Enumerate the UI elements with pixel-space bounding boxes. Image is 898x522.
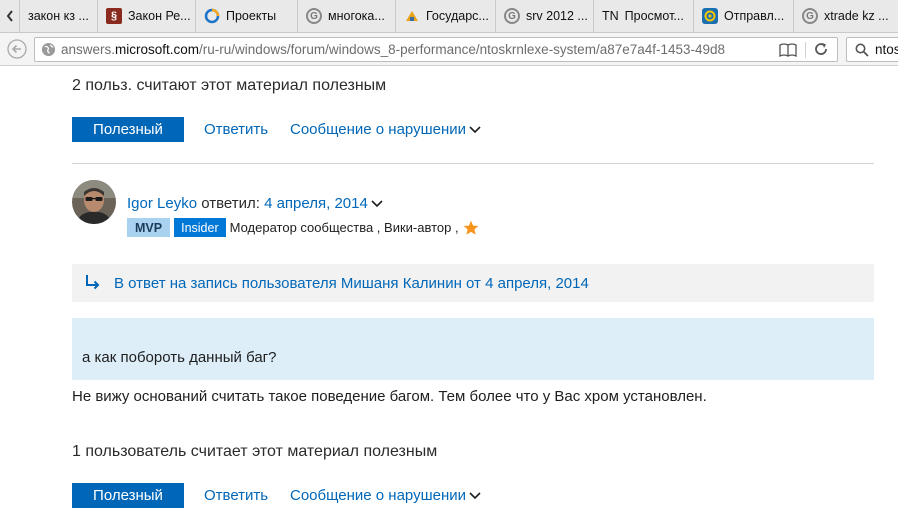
author-badges: MVP Insider Модератор сообщества , Вики-…: [127, 218, 479, 237]
page-content: 2 польз. считают этот материал полезным …: [0, 66, 898, 522]
browser-tab[interactable]: § Закон Ре...: [98, 0, 196, 32]
tab-label: Государс...: [426, 9, 489, 23]
answered-label: ответил:: [197, 195, 265, 212]
helpful-button[interactable]: Полезный: [72, 117, 184, 142]
mail-icon: [702, 8, 718, 24]
reload-icon[interactable]: [813, 41, 829, 62]
reader-view-icon[interactable]: [779, 42, 797, 63]
url-prefix: answers.: [61, 42, 116, 57]
browser-tab[interactable]: G многока...: [298, 0, 396, 32]
in-reply-to-link[interactable]: В ответ на запись пользователя Мишаня Ка…: [114, 275, 589, 292]
gov-icon: [404, 8, 420, 24]
tn-icon: TN: [602, 9, 619, 23]
projects-icon: [204, 8, 220, 24]
tab-label: закон кз ...: [28, 9, 89, 23]
chevron-down-icon: [469, 491, 481, 499]
url-path: /ru-ru/windows/forum/windows_8-performan…: [199, 42, 726, 57]
navigation-bar: answers.microsoft.com/ru-ru/windows/foru…: [0, 33, 898, 66]
insider-badge: Insider: [174, 218, 226, 237]
tab-label: xtrade kz ...: [824, 9, 889, 23]
helpful-count-text: 2 польз. считают этот материал полезным: [72, 77, 387, 94]
reply-link[interactable]: Ответить: [204, 487, 268, 504]
mvp-badge: MVP: [127, 218, 171, 237]
browser-tab[interactable]: Государс...: [396, 0, 496, 32]
address-separator: [805, 42, 806, 58]
report-abuse-label: Сообщение о нарушении: [290, 121, 467, 138]
browser-tab[interactable]: G xtrade kz ...: [794, 0, 898, 32]
tab-label: Закон Ре...: [128, 9, 191, 23]
browser-tab[interactable]: TN Просмот...: [594, 0, 694, 32]
helpful-button[interactable]: Полезный: [72, 483, 184, 508]
browser-tab[interactable]: G srv 2012 ...: [496, 0, 594, 32]
reply-arrow-icon: [72, 274, 114, 292]
tab-label: Отправл...: [724, 9, 785, 23]
browser-tab[interactable]: Проекты: [196, 0, 298, 32]
search-icon: [855, 43, 869, 57]
tab-label: Проекты: [226, 9, 277, 23]
globe-icon: [35, 42, 61, 57]
author-name-link[interactable]: Igor Leyko: [127, 195, 197, 212]
tab-label: многока...: [328, 9, 385, 23]
quoted-message: а как побороть данный баг?: [72, 318, 874, 380]
report-abuse-link[interactable]: Сообщение о нарушении: [290, 121, 481, 138]
tab-label: srv 2012 ...: [526, 9, 588, 23]
google-icon: G: [306, 8, 322, 24]
back-arrow-icon: [7, 39, 27, 59]
reply-date-link[interactable]: 4 апреля, 2014: [264, 195, 368, 212]
url-domain: microsoft.com: [115, 42, 200, 57]
reply-body: Не вижу оснований считать такое поведени…: [72, 388, 707, 405]
report-abuse-link[interactable]: Сообщение о нарушении: [290, 487, 481, 504]
google-icon: G: [504, 8, 520, 24]
back-button[interactable]: [0, 33, 34, 66]
chevron-down-icon: [469, 125, 481, 133]
avatar[interactable]: [72, 180, 116, 224]
address-bar[interactable]: answers.microsoft.com/ru-ru/windows/foru…: [34, 37, 838, 62]
tab-label: Просмот...: [624, 9, 684, 23]
report-abuse-label: Сообщение о нарушении: [290, 487, 467, 504]
chevron-left-icon: [6, 10, 13, 22]
author-line: Igor Leyko ответил: 4 апреля, 2014: [127, 195, 383, 212]
star-icon: [463, 220, 478, 235]
browser-tab[interactable]: закон кз ...: [20, 0, 98, 32]
search-text: ntos: [875, 42, 898, 57]
browser-tab[interactable]: Отправл...: [694, 0, 794, 32]
post-divider: [72, 163, 874, 164]
in-reply-to-box[interactable]: В ответ на запись пользователя Мишаня Ка…: [72, 264, 874, 302]
google-icon: G: [802, 8, 818, 24]
search-input[interactable]: ntos: [846, 37, 898, 62]
tabs-scroll-left-button[interactable]: [0, 0, 20, 32]
zakon-icon: §: [106, 8, 122, 24]
quote-text: а как побороть данный баг?: [82, 349, 277, 366]
url-text[interactable]: answers.microsoft.com/ru-ru/windows/foru…: [61, 42, 766, 57]
browser-tab-strip: закон кз ... § Закон Ре... Проекты G мно…: [0, 0, 898, 33]
reply-link[interactable]: Ответить: [204, 121, 268, 138]
helpful-count-text: 1 пользователь считает этот материал пол…: [72, 443, 438, 460]
chevron-down-icon[interactable]: [371, 199, 383, 208]
author-roles: Модератор сообщества , Вики-автор ,: [229, 220, 459, 235]
